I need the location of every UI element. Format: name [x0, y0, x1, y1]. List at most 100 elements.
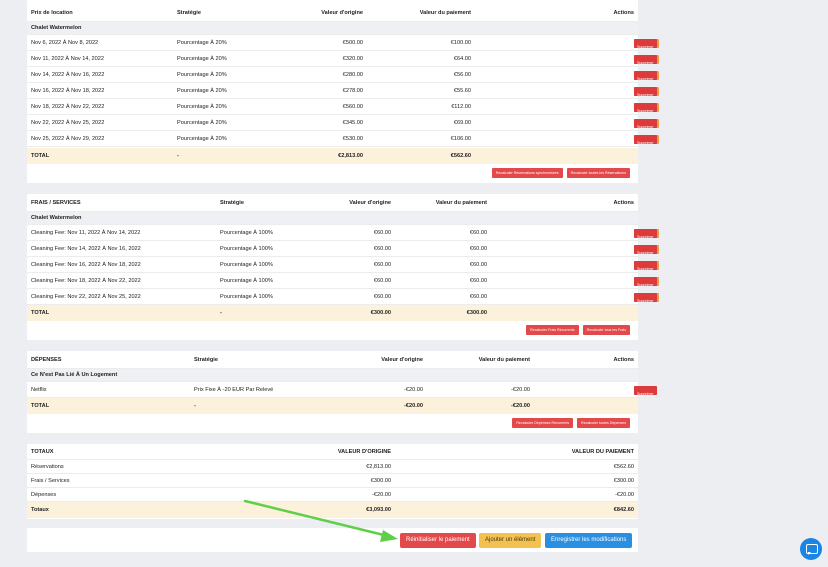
row-name: Cleaning Fee: Nov 14, 2022 À Nov 16, 202… [31, 246, 141, 252]
delete-button[interactable]: Supprimer [634, 260, 657, 271]
row-original-value: €2,813.00 [366, 464, 391, 470]
total-original-value: €2,813.00 [338, 153, 363, 159]
column-header-actions: Actions [613, 10, 634, 16]
total-payment-value: -€20.00 [511, 403, 530, 409]
row-payment-value: €64.00 [453, 56, 471, 62]
expenses-card: DÉPENSES Stratégie Valeur d'origine Vale… [27, 351, 657, 433]
column-header-payment: Valeur du paiement [435, 200, 487, 206]
total-strategy: - [194, 403, 196, 409]
table-row: Nov 11, 2022 À Nov 14, 2022 Pourcentage … [27, 51, 659, 67]
column-header-strategy: Stratégie [194, 357, 218, 363]
column-header-original: Valeur d'origine [349, 200, 391, 206]
row-payment-value: -€20.00 [615, 492, 634, 498]
row-strategy: Pourcentage À 20% [177, 88, 227, 94]
table-row: Cleaning Fee: Nov 22, 2022 À Nov 25, 202… [27, 289, 659, 305]
total-payment-value: €562.60 [450, 153, 471, 159]
delete-button[interactable]: Supprimer [634, 118, 657, 129]
total-row: TOTAL - €300.00 €300.00 [27, 305, 638, 321]
column-header-original: VALEUR D'ORIGINE [337, 449, 391, 455]
column-header-strategy: Stratégie [220, 200, 244, 206]
group-label: Chalet Watermelon [31, 25, 82, 31]
table-header: Prix de location Stratégie Valeur d'orig… [27, 5, 638, 22]
total-original-value: €300.00 [370, 310, 391, 316]
row-name: Nov 25, 2022 À Nov 29, 2022 [31, 136, 105, 142]
row-name: Cleaning Fee: Nov 18, 2022 À Nov 22, 202… [31, 278, 141, 284]
reset-payment-button[interactable]: Réinitialiser le paiement [400, 533, 476, 548]
delete-button[interactable]: Supprimer [634, 38, 657, 49]
column-header-actions: Actions [613, 357, 634, 363]
delete-button[interactable]: Supprimer [634, 228, 657, 239]
column-header-name: DÉPENSES [31, 357, 62, 363]
row-name: Nov 11, 2022 À Nov 14, 2022 [31, 56, 104, 62]
row-name: Frais / Services [31, 478, 70, 484]
table-header: FRAIS / SERVICES Stratégie Valeur d'orig… [27, 195, 638, 212]
delete-button[interactable]: Supprimer [634, 70, 657, 81]
total-label: TOTAL [31, 153, 50, 159]
row-strategy: Pourcentage À 20% [177, 72, 227, 78]
recalculate-recurring-fees-button[interactable]: Recalculer Frais Récurrents [526, 325, 579, 335]
delete-button[interactable]: Supprimer [634, 276, 657, 287]
row-payment-value: €60.00 [469, 278, 487, 284]
table-row: Nov 6, 2022 À Nov 8, 2022 Pourcentage À … [27, 35, 659, 51]
total-label: TOTAL [31, 310, 50, 316]
column-header-payment: Valeur du paiement [419, 10, 471, 16]
table-row: Nov 16, 2022 À Nov 18, 2022 Pourcentage … [27, 83, 659, 99]
recalculate-recurring-expenses-button[interactable]: Recalculer Dépenses Récurrents [512, 418, 574, 428]
column-header-name: FRAIS / SERVICES [31, 200, 81, 206]
row-name: Réservations [31, 464, 64, 470]
delete-button[interactable]: Supprimer [634, 292, 657, 303]
recalculate-all-bookings-button[interactable]: Recalculer toutes les Réservations [566, 168, 630, 178]
column-header-original: Valeur d'origine [321, 10, 363, 16]
row-original-value: €280.00 [342, 72, 363, 78]
row-original-value: €300.00 [370, 478, 391, 484]
group-row: Ce N'est Pas Lié À Un Logement [27, 369, 638, 382]
delete-button[interactable]: Supprimer [634, 134, 657, 145]
row-name: Nov 16, 2022 À Nov 18, 2022 [31, 88, 105, 94]
table-row: Netflix Prix Fixe À -20 EUR Par Relevé -… [27, 382, 657, 398]
card-footer: Recalculer Dépenses Récurrents Recalcule… [512, 418, 630, 428]
row-original-value: €320.00 [342, 56, 363, 62]
table-row: Cleaning Fee: Nov 14, 2022 À Nov 16, 202… [27, 241, 659, 257]
table-header: TOTAUX VALEUR D'ORIGINE VALEUR DU PAIEME… [27, 445, 638, 460]
row-payment-value: €55.60 [453, 88, 471, 94]
chat-bubble-icon[interactable] [800, 538, 822, 560]
row-original-value: €500.00 [342, 40, 363, 46]
total-strategy: - [177, 153, 179, 159]
row-strategy: Pourcentage À 100% [220, 278, 273, 284]
row-payment-value: €60.00 [469, 246, 487, 252]
delete-button[interactable]: Supprimer [634, 102, 657, 113]
row-payment-value: €69.00 [453, 120, 471, 126]
row-payment-value: €60.00 [469, 294, 487, 300]
row-original-value: €345.00 [342, 120, 363, 126]
row-strategy: Pourcentage À 20% [177, 120, 227, 126]
save-changes-button[interactable]: Enregistrer les modifications [545, 533, 633, 548]
row-payment-value: €60.00 [469, 230, 487, 236]
group-row: Chalet Watermelon [27, 22, 638, 35]
total-label: Totaux [31, 507, 49, 513]
recalculate-all-expenses-button[interactable]: Recalculer toutes Dépenses [577, 418, 630, 428]
row-strategy: Pourcentage À 100% [220, 262, 273, 268]
row-payment-value: €112.00 [451, 104, 471, 110]
add-item-button[interactable]: Ajouter un élément [479, 533, 542, 548]
row-name: Cleaning Fee: Nov 16, 2022 À Nov 18, 202… [31, 262, 141, 268]
recalculate-synced-bookings-button[interactable]: Recalculer Réservations synchronisées [491, 168, 563, 178]
table-header: DÉPENSES Stratégie Valeur d'origine Vale… [27, 352, 638, 369]
delete-button[interactable]: Supprimer [634, 54, 657, 65]
row-original-value: €278.00 [342, 88, 363, 94]
delete-button[interactable]: Supprimer [634, 244, 657, 255]
table-row: Cleaning Fee: Nov 18, 2022 À Nov 22, 202… [27, 273, 659, 289]
fees-services-card: FRAIS / SERVICES Stratégie Valeur d'orig… [27, 194, 659, 340]
row-strategy: Prix Fixe À -20 EUR Par Relevé [194, 387, 274, 393]
row-strategy: Pourcentage À 20% [177, 136, 227, 142]
row-payment-value: €56.00 [453, 72, 471, 78]
row-original-value: €60.00 [373, 230, 391, 236]
row-original-value: €530.00 [342, 136, 363, 142]
delete-button[interactable]: Supprimer [634, 86, 657, 97]
delete-button[interactable]: Supprimer [634, 385, 657, 396]
total-payment-value: €300.00 [466, 310, 487, 316]
row-payment-value: -€20.00 [511, 387, 530, 393]
row-strategy: Pourcentage À 100% [220, 294, 273, 300]
total-payment-value: €842.60 [613, 507, 634, 513]
recalculate-all-fees-button[interactable]: Recalculer tous les Frais [582, 325, 630, 335]
row-original-value: €560.00 [342, 104, 363, 110]
